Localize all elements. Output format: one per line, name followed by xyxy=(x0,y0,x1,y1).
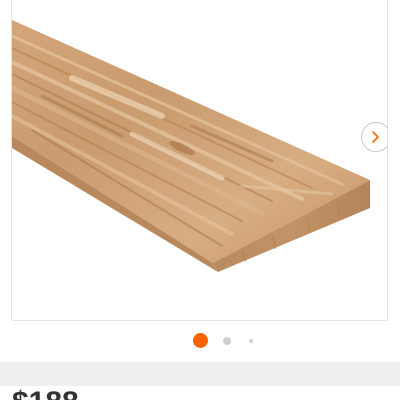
next-image-button[interactable] xyxy=(361,122,387,152)
product-price: $188 xyxy=(12,388,79,400)
pagination-dot[interactable] xyxy=(249,339,253,343)
pagination-dot-active[interactable] xyxy=(193,333,208,348)
section-divider xyxy=(0,362,400,386)
product-image[interactable] xyxy=(12,0,388,321)
gallery-pagination-dots xyxy=(0,333,400,349)
chevron-right-icon xyxy=(372,131,379,143)
product-page: $188 xyxy=(0,0,400,400)
pagination-dot[interactable] xyxy=(223,337,231,345)
product-image-gallery xyxy=(11,0,388,321)
